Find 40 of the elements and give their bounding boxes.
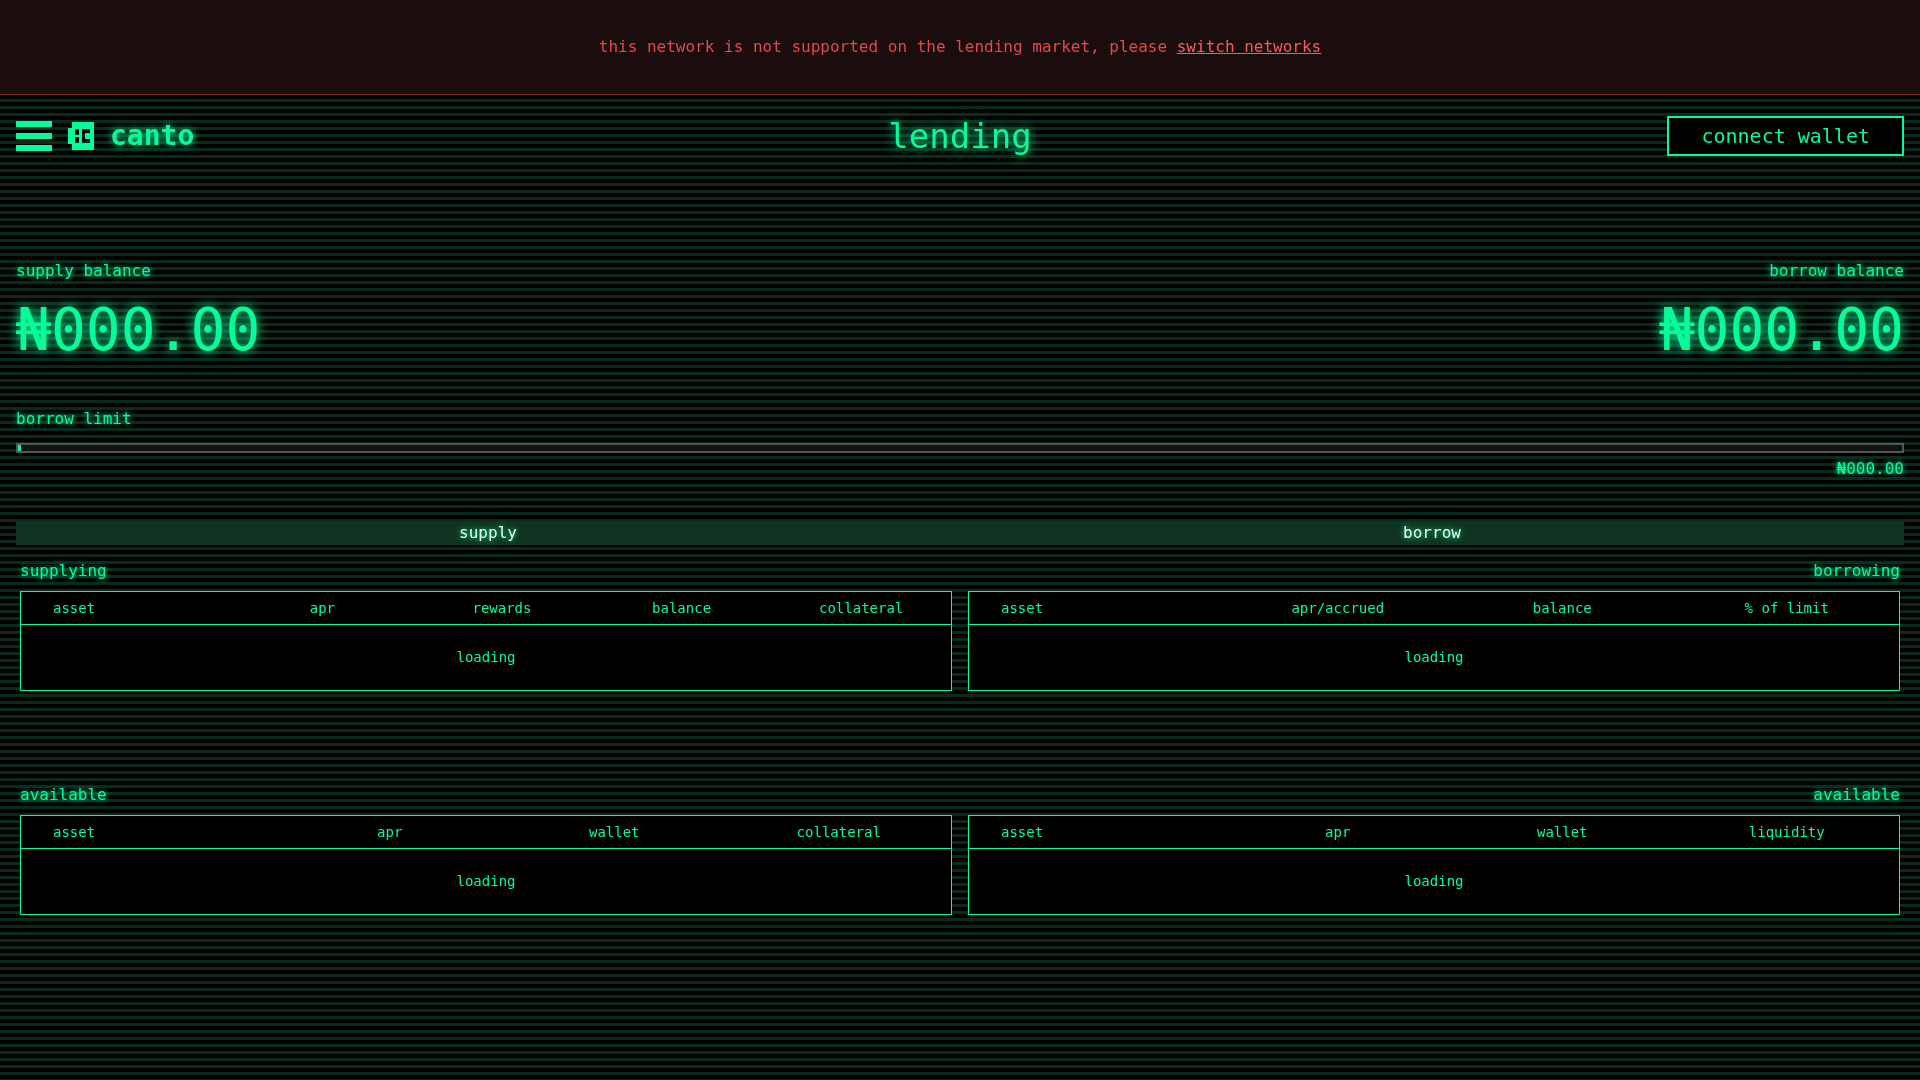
borrow-limit-label: borrow limit <box>16 408 133 430</box>
balance-value: ₦000.00 <box>1659 295 1904 365</box>
balance-value: ₦000.00 <box>16 295 261 365</box>
borrow-limit-value: ₦000.00 <box>1836 458 1904 480</box>
column-header: collateral <box>818 598 905 618</box>
switch-networks-link[interactable]: switch networks <box>1176 37 1322 56</box>
column-header: asset <box>1000 598 1045 618</box>
menu-icon[interactable] <box>16 121 52 151</box>
column-header: apr <box>308 598 337 618</box>
logo-text: canto <box>110 118 195 154</box>
column-header: apr/accrued <box>1290 598 1386 618</box>
logo-icon <box>68 122 94 150</box>
column-header: apr <box>376 822 404 842</box>
column-header: rewards <box>471 598 533 618</box>
column-header: balance <box>651 598 713 618</box>
tab[interactable]: supply <box>16 521 960 545</box>
connect-wallet-button[interactable]: connect wallet <box>1667 116 1904 156</box>
section-title: available <box>1813 784 1900 806</box>
section-title: supplying <box>20 560 107 582</box>
column-header: asset <box>1000 822 1045 842</box>
page-title: lending <box>888 114 1032 158</box>
column-header: liquidity <box>1747 822 1826 842</box>
loading-text: loading <box>1403 872 1465 891</box>
column-header: apr <box>1324 822 1352 842</box>
column-header: wallet <box>587 822 641 842</box>
loading-text: loading <box>455 872 517 891</box>
column-header: asset <box>52 598 97 618</box>
column-header: collateral <box>795 822 882 842</box>
column-header: wallet <box>1535 822 1589 842</box>
loading-text: loading <box>1403 648 1465 667</box>
balance-label: borrow balance <box>1769 260 1904 282</box>
column-header: balance <box>1531 598 1593 618</box>
section-title: borrowing <box>1813 560 1900 582</box>
column-header: asset <box>52 822 97 842</box>
loading-text: loading <box>455 648 517 667</box>
tab[interactable]: borrow <box>960 521 1904 545</box>
balance-label: supply balance <box>16 260 151 282</box>
section-title: available <box>20 784 107 806</box>
column-header: % of limit <box>1743 598 1830 618</box>
warning-message: this network is not supported on the lending market, please switch networks <box>598 36 1322 58</box>
